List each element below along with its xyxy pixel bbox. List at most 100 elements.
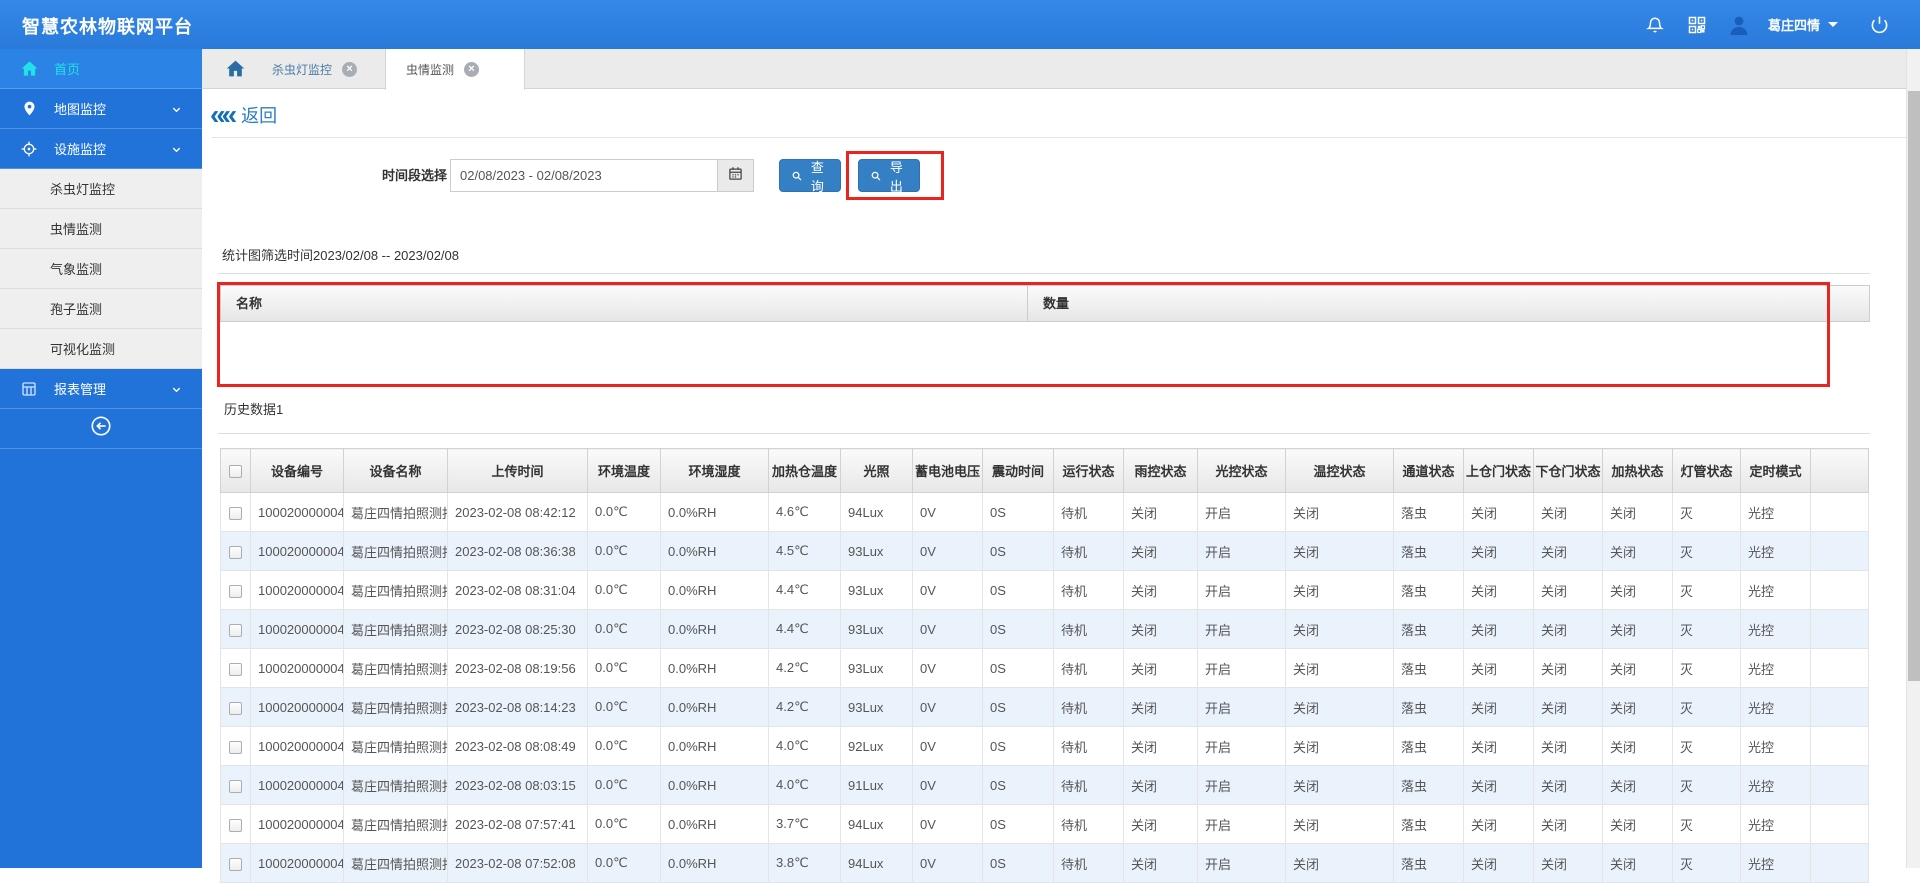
- table-cell: 93Lux: [840, 648, 913, 688]
- table-cell: 关闭: [1123, 843, 1198, 883]
- table-cell: 关闭: [1123, 726, 1198, 766]
- column-header: 加热仓温度: [768, 448, 841, 493]
- table-row: 100020000004 葛庄四情拍照测报 2023-02-08 08:03:15 0…: [220, 765, 1869, 805]
- table-cell: 光控: [1740, 648, 1811, 688]
- tab-pest-monitoring[interactable]: 虫情监测 ×: [385, 49, 525, 90]
- calendar-icon: [728, 166, 743, 186]
- row-checkbox[interactable]: [229, 818, 242, 832]
- table-cell-empty: [1810, 492, 1869, 532]
- table-cell: 0.0%RH: [660, 726, 769, 766]
- table-cell: 0.0℃: [587, 843, 661, 883]
- row-checkbox[interactable]: [229, 623, 242, 637]
- user-avatar-icon[interactable]: [1726, 12, 1752, 38]
- table-cell: 开启: [1197, 492, 1286, 532]
- table-cell: 光控: [1740, 765, 1811, 805]
- export-button[interactable]: 导出: [858, 159, 920, 194]
- summary-column-quantity: 数量: [1043, 296, 1070, 311]
- table-cell: 关闭: [1533, 843, 1603, 883]
- row-checkbox[interactable]: [229, 857, 242, 871]
- sidebar-item-visual-monitoring[interactable]: 可视化监测: [0, 329, 202, 369]
- table-cell: 关闭: [1285, 648, 1394, 688]
- date-range-input[interactable]: [450, 159, 718, 192]
- sidebar-item-pest-monitoring[interactable]: 虫情监测: [0, 209, 202, 249]
- table-cell: 0V: [912, 531, 983, 571]
- power-icon[interactable]: [1866, 12, 1892, 38]
- table-cell: 4.2℃: [768, 648, 841, 688]
- username[interactable]: 葛庄四情: [1768, 15, 1820, 34]
- sidebar-item-weather-monitoring[interactable]: 气象监测: [0, 249, 202, 289]
- table-cell: 关闭: [1463, 570, 1534, 610]
- sidebar-item-facility-monitoring[interactable]: 设施监控: [0, 129, 202, 169]
- table-cell: 0S: [982, 648, 1054, 688]
- row-checkbox[interactable]: [229, 740, 242, 754]
- row-checkbox[interactable]: [229, 545, 242, 559]
- table-cell: 2023-02-08 08:31:04: [447, 570, 588, 610]
- table-cell: 100020000004: [250, 609, 344, 649]
- table-cell-empty: [1810, 570, 1869, 610]
- sidebar-item-spore-monitoring[interactable]: 孢子监测: [0, 289, 202, 329]
- close-icon[interactable]: ×: [342, 61, 358, 77]
- table-cell: 关闭: [1463, 531, 1534, 571]
- table-cell: 关闭: [1533, 687, 1603, 727]
- scrollbar-thumb[interactable]: [1908, 91, 1920, 681]
- row-select-cell: [220, 609, 251, 649]
- sidebar-item-report-management[interactable]: 报表管理: [0, 369, 202, 409]
- tab-home-icon[interactable]: [226, 59, 245, 83]
- row-checkbox[interactable]: [229, 701, 242, 715]
- vertical-scrollbar[interactable]: [1906, 49, 1920, 868]
- table-cell: 光控: [1740, 687, 1811, 727]
- sidebar-item-label: 地图监控: [54, 102, 107, 117]
- table-cell: 93Lux: [840, 531, 913, 571]
- row-checkbox[interactable]: [229, 584, 242, 598]
- table-cell: 关闭: [1602, 492, 1673, 532]
- table-cell: 待机: [1053, 687, 1124, 727]
- close-icon[interactable]: ×: [464, 62, 480, 77]
- tab-label: 杀虫灯监控: [272, 62, 333, 77]
- caret-down-icon[interactable]: [1828, 22, 1838, 27]
- table-cell: 待机: [1053, 531, 1124, 571]
- table-cell: 关闭: [1533, 492, 1603, 532]
- table-cell: 灭: [1672, 570, 1741, 610]
- table-cell: 开启: [1197, 687, 1286, 727]
- table-cell: 0V: [912, 843, 983, 883]
- back-link[interactable]: «« 返回: [210, 101, 277, 129]
- sidebar-item-map-monitoring[interactable]: 地图监控: [0, 89, 202, 129]
- select-all-checkbox[interactable]: [229, 465, 242, 479]
- table-cell: 关闭: [1463, 765, 1534, 805]
- table-cell: 4.2℃: [768, 687, 841, 727]
- row-checkbox[interactable]: [229, 779, 242, 793]
- sidebar-item-home[interactable]: 首页: [0, 49, 202, 89]
- table-cell: 关闭: [1533, 726, 1603, 766]
- table-cell: 葛庄四情拍照测报: [343, 531, 448, 571]
- table-cell: 开启: [1197, 648, 1286, 688]
- row-select-cell: [220, 531, 251, 571]
- divider: [218, 273, 1870, 274]
- table-cell: 94Lux: [840, 492, 913, 532]
- table-cell: 灭: [1672, 843, 1741, 883]
- table-cell: 关闭: [1463, 804, 1534, 844]
- table-cell: 100020000004: [250, 726, 344, 766]
- column-header: 光控状态: [1197, 448, 1286, 493]
- table-cell-empty: [1810, 843, 1869, 883]
- sidebar-item-insecticidal-lamp[interactable]: 杀虫灯监控: [0, 169, 202, 209]
- table-cell: 关闭: [1123, 765, 1198, 805]
- row-select-cell: [220, 804, 251, 844]
- bell-icon[interactable]: [1642, 12, 1668, 38]
- table-cell: 关闭: [1463, 609, 1534, 649]
- table-cell: 4.4℃: [768, 570, 841, 610]
- calendar-button[interactable]: [718, 159, 754, 192]
- table-cell: 灭: [1672, 492, 1741, 532]
- table-cell: 关闭: [1533, 531, 1603, 571]
- tab-insecticidal-lamp[interactable]: 杀虫灯监控 ×: [272, 49, 358, 89]
- query-button[interactable]: 查询: [779, 159, 841, 194]
- table-cell: 葛庄四情拍照测报: [343, 687, 448, 727]
- row-checkbox[interactable]: [229, 506, 242, 520]
- sidebar-collapse-button[interactable]: [0, 409, 202, 449]
- summary-table: 名称 数量: [220, 285, 1870, 386]
- qr-code-icon[interactable]: [1684, 12, 1710, 38]
- table-cell: 关闭: [1123, 492, 1198, 532]
- table-cell: 葛庄四情拍照测报: [343, 570, 448, 610]
- table-cell: 100020000004: [250, 648, 344, 688]
- row-checkbox[interactable]: [229, 662, 242, 676]
- table-cell-empty: [1810, 726, 1869, 766]
